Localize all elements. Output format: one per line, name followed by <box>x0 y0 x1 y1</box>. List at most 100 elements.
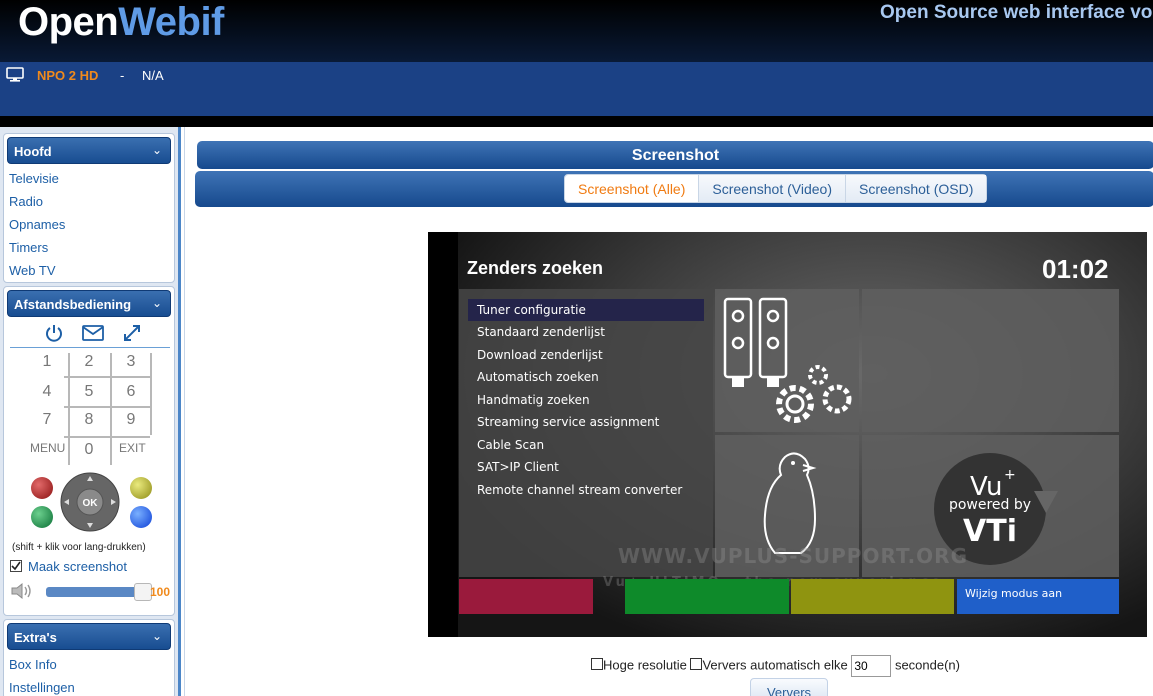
current-channel[interactable]: NPO 2 HD <box>37 68 98 83</box>
tagline: Open Source web interface vo <box>880 2 1153 23</box>
chevron-down-icon[interactable]: ⌄ <box>152 143 162 157</box>
osd-yellow-button <box>791 579 954 614</box>
screenshot-checkbox[interactable] <box>10 560 22 572</box>
channel-info-bar: NPO 2 HD - N/A <box>0 62 1153 116</box>
remote-header[interactable]: Afstandsbediening ⌄ <box>7 290 171 317</box>
keypad-grid-line <box>64 406 150 408</box>
remote-title: Afstandsbediening <box>14 297 132 312</box>
osd-watermark: WWW.VUPLUS-SUPPORT.ORG <box>618 544 968 568</box>
keypad-grid-line <box>150 353 152 435</box>
key-3[interactable]: 3 <box>116 353 146 371</box>
vu-plus-sign: + <box>1004 467 1016 483</box>
menu-item-box-info[interactable]: Box Info <box>9 653 174 676</box>
osd-tile-empty <box>862 289 1119 432</box>
main-menu-list: Televisie Radio Opnames Timers Web TV <box>4 164 174 282</box>
hires-label: Hoge resolutie <box>603 657 687 673</box>
page-title: Screenshot <box>197 141 1153 169</box>
blue-button[interactable] <box>130 506 152 528</box>
tv-icon[interactable] <box>6 67 24 83</box>
current-program: N/A <box>142 68 164 83</box>
key-4[interactable]: 4 <box>32 383 62 401</box>
tab-bar: Screenshot (Alle) Screenshot (Video) Scr… <box>195 171 1153 207</box>
remote-icon-row <box>44 321 144 345</box>
key-6[interactable]: 6 <box>116 383 146 401</box>
key-9[interactable]: 9 <box>116 411 146 429</box>
menu-item-webtv[interactable]: Web TV <box>9 259 174 282</box>
tuner-gears-icon <box>723 297 852 423</box>
volume-control: 100 <box>10 581 172 601</box>
power-icon[interactable] <box>44 323 64 343</box>
keypad-grid-line <box>64 436 150 438</box>
sidebar: Hoofd ⌄ Televisie Radio Opnames Timers We… <box>0 127 181 696</box>
extras-box: Extra's ⌄ Box Info Instellingen <box>3 619 175 696</box>
menu-item-televisie[interactable]: Televisie <box>9 167 174 190</box>
osd-red-button <box>459 579 593 614</box>
main-menu-header[interactable]: Hoofd ⌄ <box>7 137 171 164</box>
remote-divider <box>10 347 170 348</box>
vti-text: VTi <box>963 514 1017 549</box>
chevron-down-icon[interactable]: ⌄ <box>152 296 162 310</box>
osd-title: Zenders zoeken <box>467 258 604 278</box>
extras-title: Extra's <box>14 630 57 645</box>
refresh-seconds-input[interactable] <box>851 655 892 677</box>
osd-green-button <box>625 579 789 614</box>
tab-screenshot-osd[interactable]: Screenshot (OSD) <box>845 175 987 202</box>
main-menu-title: Hoofd <box>14 144 52 159</box>
auto-refresh-checkbox[interactable] <box>690 658 703 671</box>
screenshot-tabs: Screenshot (Alle) Screenshot (Video) Scr… <box>564 174 988 203</box>
screenshot-option-label: Maak screenshot <box>28 559 127 574</box>
screenshot-option[interactable]: Maak screenshot <box>10 559 127 574</box>
red-button[interactable] <box>31 477 53 499</box>
tab-screenshot-all[interactable]: Screenshot (Alle) <box>565 175 700 202</box>
header: OpenWebif Open Source web interface vo <box>0 0 1153 62</box>
osd-menu-item: SAT>IP Client <box>477 460 559 474</box>
fullscreen-icon[interactable] <box>122 323 142 343</box>
volume-slider[interactable] <box>46 587 146 597</box>
screenshot-image[interactable]: Zenders zoeken 01:02 Tuner configuratie … <box>428 232 1147 637</box>
keypad-grid-line <box>64 376 150 378</box>
logo-open: Open <box>18 0 119 44</box>
page: OpenWebif Open Source web interface vo N… <box>0 0 1153 696</box>
powered-by-text: powered by <box>949 497 1031 513</box>
key-2[interactable]: 2 <box>74 353 104 371</box>
extras-header[interactable]: Extra's ⌄ <box>7 623 171 650</box>
dpad-ok-button[interactable]: OK <box>60 472 120 532</box>
menu-item-radio[interactable]: Radio <box>9 190 174 213</box>
extras-menu-list: Box Info Instellingen <box>4 650 174 696</box>
mail-icon[interactable] <box>82 325 104 341</box>
auto-refresh-label: Ververs automatisch elke <box>702 657 848 673</box>
key-8[interactable]: 8 <box>74 411 104 429</box>
osd-menu-item: Remote channel stream converter <box>477 483 683 497</box>
chevron-down-icon[interactable]: ⌄ <box>152 629 162 643</box>
osd-blue-button-label: Wijzig modus aan <box>965 587 1063 600</box>
openwebif-logo[interactable]: OpenWebif <box>18 0 224 45</box>
long-press-hint: (shift + klik voor lang-drukken) <box>12 542 146 553</box>
speaker-icon[interactable] <box>10 582 36 600</box>
green-button[interactable] <box>31 506 53 528</box>
osd-menu-item: Handmatig zoeken <box>477 393 590 407</box>
key-menu[interactable]: MENU <box>30 441 65 455</box>
yellow-button[interactable] <box>130 477 152 499</box>
menu-item-opnames[interactable]: Opnames <box>9 213 174 236</box>
osd-tile-tuner <box>715 289 859 432</box>
hires-checkbox[interactable] <box>591 658 603 671</box>
key-1[interactable]: 1 <box>32 353 62 371</box>
osd-menu-item: Streaming service assignment <box>477 415 660 429</box>
key-0[interactable]: 0 <box>74 441 104 459</box>
menu-item-instellingen[interactable]: Instellingen <box>9 676 174 696</box>
tab-screenshot-video[interactable]: Screenshot (Video) <box>699 175 846 202</box>
seconds-label: seconde(n) <box>894 657 960 673</box>
ok-label: OK <box>83 498 99 509</box>
menu-item-timers[interactable]: Timers <box>9 236 174 259</box>
remote-box: Afstandsbediening ⌄ 1 2 3 4 5 6 7 8 9 ME… <box>3 286 175 616</box>
osd-blue-button: Wijzig modus aan <box>957 579 1119 614</box>
keypad-grid-line <box>68 353 70 465</box>
osd-clock: 01:02 <box>1042 254 1109 284</box>
key-7[interactable]: 7 <box>32 411 62 429</box>
refresh-button[interactable]: Ververs <box>750 678 828 696</box>
osd-menu-item: Cable Scan <box>477 438 545 452</box>
volume-value: 100 <box>150 585 171 599</box>
key-5[interactable]: 5 <box>74 383 104 401</box>
key-exit[interactable]: EXIT <box>119 441 146 455</box>
osd-menu-item: Tuner configuratie <box>468 299 704 321</box>
